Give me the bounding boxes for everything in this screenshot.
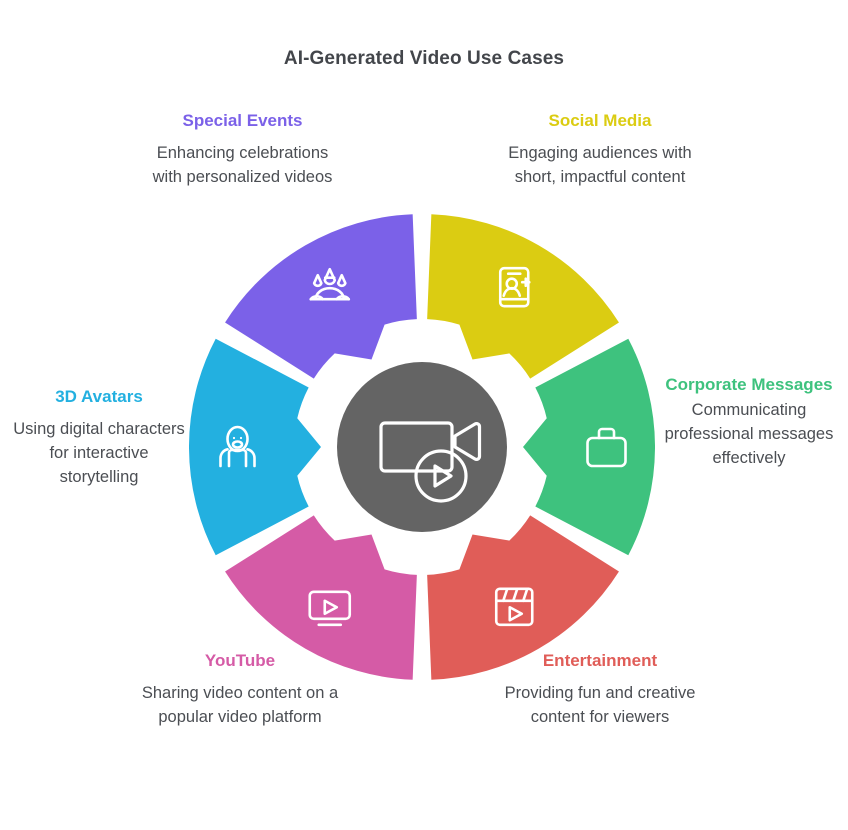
- callout-description-entertainment: Providing fun and creative content for v…: [504, 683, 696, 726]
- segment-shape-3d-avatars[interactable]: [189, 338, 321, 556]
- callout-description-corporate-messages: Communicating professional messages effe…: [664, 400, 834, 468]
- callout-description-youtube: Sharing video content on a popular video…: [141, 683, 339, 726]
- callout-corporate-messages: Corporate Messages Communicating profess…: [655, 374, 843, 471]
- infographic-canvas: AI-Generated Video Use Cases Special Eve…: [0, 0, 848, 830]
- center-hub: [337, 362, 507, 532]
- callout-heading-special-events: Special Events: [182, 111, 303, 130]
- wheel-segment-corporate-messages[interactable]: [523, 338, 655, 556]
- callout-social-media: Social Media Engaging audiences with sho…: [500, 110, 700, 189]
- wheel-segment-3d-avatars[interactable]: [189, 338, 321, 556]
- center-hub-circle: [337, 362, 507, 532]
- page-title: AI-Generated Video Use Cases: [283, 48, 565, 69]
- callout-heading-social-media: Social Media: [548, 111, 652, 130]
- use-case-wheel: [189, 214, 655, 680]
- segment-shape-social-media[interactable]: [427, 214, 619, 379]
- callout-description-3d-avatars: Using digital characters for interactive…: [13, 419, 185, 487]
- callout-description-special-events: Enhancing celebrations with personalized…: [152, 143, 333, 186]
- wheel-segment-social-media[interactable]: [427, 214, 619, 379]
- callout-heading-3d-avatars: 3D Avatars: [55, 387, 143, 406]
- callout-special-events: Special Events Enhancing celebrations wi…: [140, 110, 345, 189]
- callout-3d-avatars: 3D Avatars Using digital characters for …: [8, 386, 190, 490]
- wheel-segment-youtube[interactable]: [225, 515, 417, 680]
- callout-heading-corporate-messages: Corporate Messages: [665, 375, 833, 394]
- segment-shape-youtube[interactable]: [225, 515, 417, 680]
- segment-shape-corporate-messages[interactable]: [523, 338, 655, 556]
- callout-description-social-media: Engaging audiences with short, impactful…: [508, 143, 692, 186]
